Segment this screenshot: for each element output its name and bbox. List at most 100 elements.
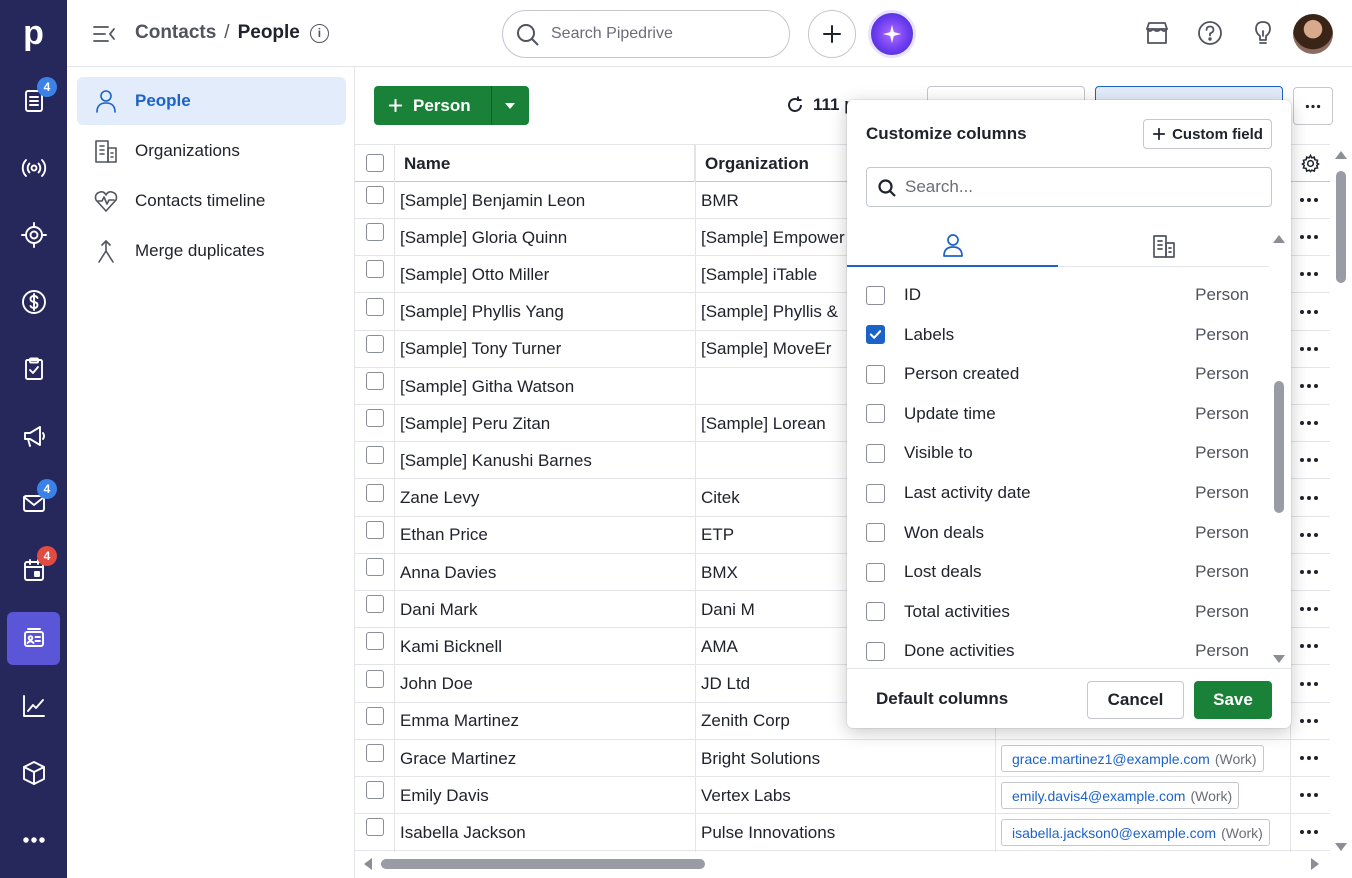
email-chip[interactable]: emily.davis4@example.com (Work) bbox=[1001, 782, 1240, 810]
row-more-icon[interactable] bbox=[1297, 414, 1321, 432]
marketplace-icon[interactable] bbox=[1143, 19, 1171, 47]
field-checkbox[interactable] bbox=[866, 602, 885, 622]
field-checkbox[interactable] bbox=[866, 641, 885, 661]
field-checkbox[interactable] bbox=[866, 562, 885, 582]
pipedrive-logo[interactable]: p bbox=[0, 10, 67, 56]
row-checkbox[interactable] bbox=[366, 781, 384, 800]
sidebar-item-people[interactable]: People bbox=[77, 77, 346, 125]
person-name-cell[interactable]: [Sample] Phyllis Yang bbox=[394, 294, 695, 331]
field-option[interactable]: Visible to Person bbox=[866, 438, 1249, 468]
person-name-cell[interactable]: Anna Davies bbox=[394, 554, 695, 591]
field-checkbox[interactable] bbox=[866, 364, 885, 384]
row-more-icon[interactable] bbox=[1297, 749, 1321, 767]
person-name-cell[interactable]: John Doe bbox=[394, 666, 695, 703]
columns-search-input[interactable]: Search... bbox=[866, 167, 1272, 207]
field-option[interactable]: ID Person bbox=[866, 280, 1249, 310]
person-name-cell[interactable]: Isabella Jackson bbox=[394, 814, 695, 851]
person-name-cell[interactable]: [Sample] Benjamin Leon bbox=[394, 182, 695, 219]
person-name-cell[interactable]: [Sample] Githa Watson bbox=[394, 368, 695, 405]
row-more-icon[interactable] bbox=[1297, 228, 1321, 246]
rail-item-products-box[interactable] bbox=[7, 746, 60, 799]
row-more-icon[interactable] bbox=[1297, 823, 1321, 841]
row-checkbox[interactable] bbox=[366, 595, 384, 614]
field-checkbox[interactable] bbox=[866, 523, 885, 543]
row-more-icon[interactable] bbox=[1297, 637, 1321, 655]
rail-item-deals-dollar[interactable] bbox=[7, 275, 60, 328]
breadcrumb-contacts[interactable]: Contacts bbox=[135, 22, 216, 44]
person-name-cell[interactable]: Kami Bicknell bbox=[394, 628, 695, 665]
rail-item-broadcast[interactable] bbox=[7, 141, 60, 194]
refresh-icon[interactable] bbox=[785, 95, 805, 115]
row-checkbox[interactable] bbox=[366, 372, 384, 390]
table-vertical-scrollbar[interactable] bbox=[1332, 147, 1350, 855]
cancel-button[interactable]: Cancel bbox=[1087, 681, 1184, 719]
person-name-cell[interactable]: [Sample] Gloria Quinn bbox=[394, 219, 695, 256]
rail-item-more-dots[interactable] bbox=[7, 813, 60, 866]
row-more-icon[interactable] bbox=[1297, 712, 1321, 730]
column-header-name[interactable]: Name bbox=[394, 145, 695, 182]
row-checkbox[interactable] bbox=[366, 186, 384, 204]
table-row[interactable]: Emily Davis Vertex Labs emily.davis4@examp… bbox=[355, 777, 1330, 815]
email-link[interactable]: isabella.jackson0@example.com bbox=[1012, 825, 1216, 841]
row-checkbox[interactable] bbox=[366, 260, 384, 279]
field-option[interactable]: Done activities Person bbox=[866, 636, 1249, 666]
row-checkbox[interactable] bbox=[366, 483, 384, 502]
rail-item-calendar[interactable]: 4 bbox=[7, 543, 60, 596]
field-checkbox[interactable] bbox=[866, 443, 885, 463]
field-checkbox[interactable] bbox=[866, 325, 885, 345]
email-link[interactable]: emily.davis4@example.com bbox=[1012, 788, 1185, 804]
field-checkbox[interactable] bbox=[866, 404, 885, 424]
email-chip[interactable]: grace.martinez1@example.com (Work) bbox=[1001, 745, 1264, 772]
row-checkbox[interactable] bbox=[366, 706, 384, 725]
table-row[interactable]: Isabella Jackson Pulse Innovations isabell… bbox=[355, 814, 1330, 852]
sidebar-item-organizations[interactable]: Organizations bbox=[77, 127, 346, 175]
rail-item-campaigns-megaphone[interactable] bbox=[7, 409, 60, 462]
row-more-icon[interactable] bbox=[1297, 675, 1321, 693]
row-checkbox[interactable] bbox=[366, 558, 384, 576]
row-checkbox[interactable] bbox=[366, 520, 384, 539]
row-more-icon[interactable] bbox=[1297, 786, 1321, 804]
email-link[interactable]: grace.martinez1@example.com bbox=[1012, 751, 1210, 767]
row-more-icon[interactable] bbox=[1297, 191, 1321, 209]
row-checkbox[interactable] bbox=[366, 446, 384, 465]
field-option[interactable]: Lost deals Person bbox=[866, 557, 1249, 587]
person-name-cell[interactable]: Emma Martinez bbox=[394, 703, 695, 740]
field-option[interactable]: Total activities Person bbox=[866, 597, 1249, 627]
field-option[interactable]: Won deals Person bbox=[866, 518, 1249, 548]
row-more-icon[interactable] bbox=[1297, 600, 1321, 618]
row-more-icon[interactable] bbox=[1297, 563, 1321, 581]
person-name-cell[interactable]: Ethan Price bbox=[394, 517, 695, 554]
row-checkbox[interactable] bbox=[366, 744, 384, 762]
rail-item-contacts-card[interactable] bbox=[7, 612, 60, 665]
field-option[interactable]: Person created Person bbox=[866, 359, 1249, 389]
table-row[interactable]: Grace Martinez Bright Solutions grace.mart… bbox=[355, 740, 1330, 777]
global-search-input[interactable]: Search Pipedrive bbox=[502, 10, 790, 58]
organization-cell[interactable]: Pulse Innovations bbox=[695, 814, 995, 851]
row-more-icon[interactable] bbox=[1297, 303, 1321, 321]
person-name-cell[interactable]: Zane Levy bbox=[394, 480, 695, 517]
select-all-checkbox[interactable] bbox=[366, 154, 384, 172]
info-icon[interactable]: i bbox=[309, 23, 329, 43]
row-checkbox[interactable] bbox=[366, 818, 384, 837]
table-horizontal-scrollbar[interactable] bbox=[355, 852, 1330, 876]
organization-cell[interactable]: Vertex Labs bbox=[695, 777, 995, 814]
row-more-icon[interactable] bbox=[1297, 451, 1321, 469]
person-name-cell[interactable]: Grace Martinez bbox=[394, 740, 695, 777]
rail-item-insights-chart[interactable] bbox=[7, 679, 60, 732]
field-option[interactable]: Update time Person bbox=[866, 399, 1249, 429]
organization-cell[interactable]: Bright Solutions bbox=[695, 740, 995, 777]
field-checkbox[interactable] bbox=[866, 483, 885, 503]
help-icon[interactable] bbox=[1196, 19, 1224, 47]
default-columns-button[interactable]: Default columns bbox=[876, 689, 1008, 709]
add-person-button[interactable]: Person bbox=[374, 86, 491, 125]
row-checkbox[interactable] bbox=[366, 409, 384, 428]
more-options-button[interactable] bbox=[1293, 87, 1333, 125]
row-checkbox[interactable] bbox=[366, 632, 384, 651]
collapse-menu-icon[interactable] bbox=[91, 21, 117, 47]
lightbulb-icon[interactable] bbox=[1249, 19, 1277, 47]
row-checkbox[interactable] bbox=[366, 334, 384, 353]
row-more-icon[interactable] bbox=[1297, 377, 1321, 395]
row-more-icon[interactable] bbox=[1297, 340, 1321, 358]
sidebar-item-merge-duplicates[interactable]: Merge duplicates bbox=[77, 227, 346, 275]
quick-add-button[interactable] bbox=[808, 10, 856, 58]
